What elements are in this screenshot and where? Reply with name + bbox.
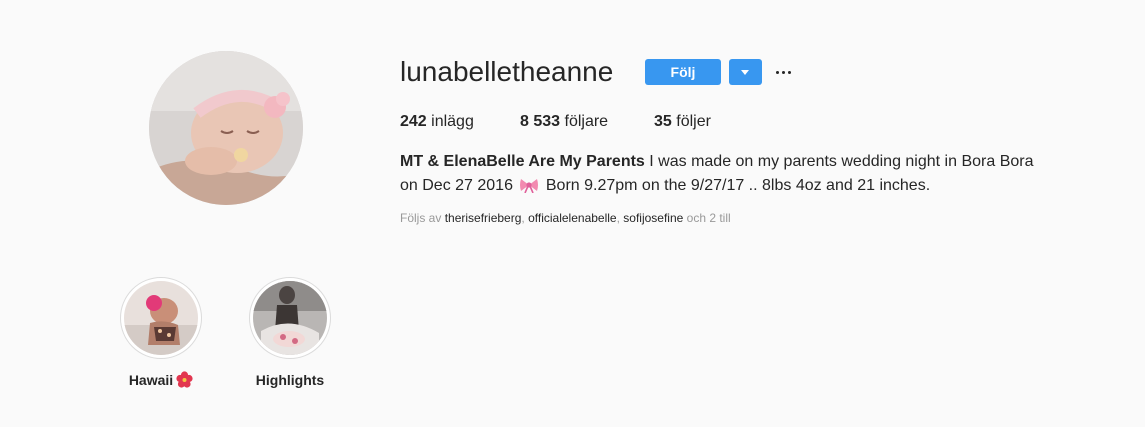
ellipsis-dot <box>788 71 791 74</box>
profile-username: lunabelletheanne <box>400 56 614 87</box>
followed-by-account[interactable]: sofijosefine <box>623 211 683 225</box>
pink-ribbon-icon <box>519 177 539 201</box>
ellipsis-dot <box>782 71 785 74</box>
ellipsis-icon <box>776 71 779 74</box>
highlight-label-text: Hawaii <box>128 372 174 388</box>
posts-count: 242 <box>400 113 427 130</box>
highlight-ring[interactable] <box>249 277 331 359</box>
followed-by-suffix[interactable]: och 2 till <box>683 211 731 225</box>
follow-options-button[interactable] <box>729 59 762 85</box>
highlight-label: Hawaii <box>119 371 203 392</box>
followed-by-account[interactable]: officialelenabelle <box>528 211 617 225</box>
story-highlight[interactable]: Hawaii <box>119 277 203 392</box>
following-label: följer <box>671 113 711 130</box>
following-stat[interactable]: 35 följer <box>654 112 711 132</box>
highlight-ring[interactable] <box>120 277 202 359</box>
profile-page: lunabelletheanne Följ 242 inlägg 8 533 f… <box>0 0 1145 427</box>
follow-button[interactable]: Följ <box>645 59 721 85</box>
profile-avatar[interactable] <box>149 51 303 205</box>
caret-down-icon <box>741 70 749 75</box>
followed-by-prefix: Följs av <box>400 211 445 225</box>
more-options-button[interactable] <box>773 62 795 82</box>
bio-text-continued: Born 9.27pm on the 9/27/17 .. 8lbs 4oz a… <box>541 177 931 194</box>
highlight-label: Highlights <box>255 372 325 388</box>
highlight-cover <box>124 281 198 355</box>
highlight-cover <box>253 281 327 355</box>
followers-label: följare <box>560 113 609 130</box>
story-highlight[interactable]: Highlights <box>248 277 332 389</box>
followed-by: Följs av therisefrieberg, officialelenab… <box>400 210 731 226</box>
hibiscus-icon <box>176 371 193 392</box>
profile-full-name: MT & ElenaBelle Are My Parents <box>400 153 645 170</box>
avatar-photo <box>149 51 303 205</box>
profile-bio: MT & ElenaBelle Are My Parents I was mad… <box>400 150 1040 201</box>
followed-by-account[interactable]: therisefrieberg <box>445 211 522 225</box>
posts-stat: 242 inlägg <box>400 112 474 132</box>
following-count: 35 <box>654 113 672 130</box>
followers-count: 8 533 <box>520 113 561 130</box>
followers-stat[interactable]: 8 533 följare <box>520 112 608 132</box>
posts-label: inlägg <box>426 113 474 130</box>
